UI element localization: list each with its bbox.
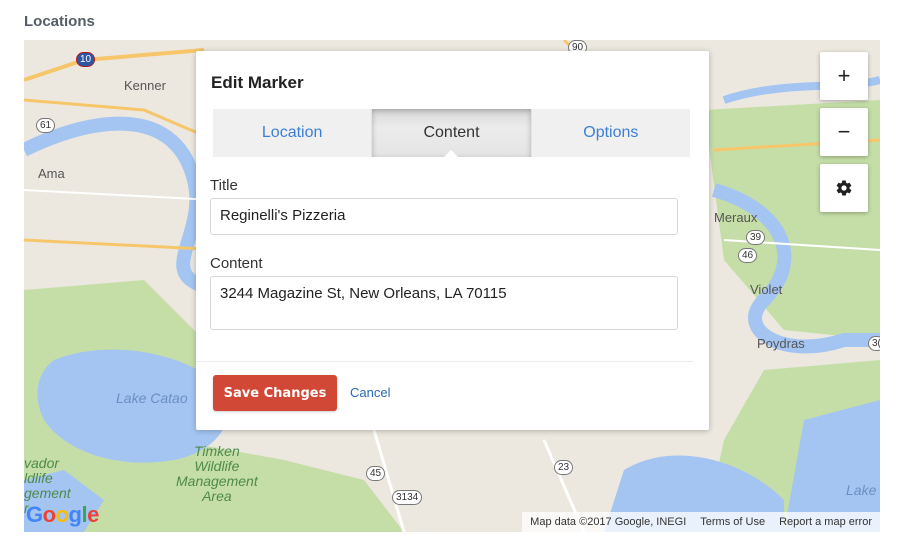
- dialog-divider: [196, 361, 693, 362]
- tab-options[interactable]: Options: [531, 109, 690, 157]
- save-changes-button[interactable]: Save Changes: [213, 375, 337, 411]
- map-label-ama: Ama: [38, 166, 65, 181]
- content-label: Content: [210, 255, 263, 272]
- gear-icon: [836, 180, 852, 196]
- interstate-shield: 10: [76, 52, 96, 67]
- map-label-lake-cataouatche: Lake Catao: [116, 390, 188, 406]
- map-attribution: Map data ©2017 Google, INEGI Terms of Us…: [522, 512, 880, 532]
- report-map-error-link[interactable]: Report a map error: [779, 516, 872, 528]
- title-input[interactable]: Reginelli's Pizzeria: [210, 198, 678, 235]
- section-title: Locations: [24, 13, 95, 30]
- map-label-timken: Timken Wildlife Management Area: [176, 443, 258, 504]
- zoom-out-button[interactable]: −: [820, 108, 868, 156]
- title-label: Title: [210, 177, 238, 194]
- google-logo: Google: [26, 502, 99, 527]
- zoom-in-button[interactable]: +: [820, 52, 868, 100]
- dialog-title: Edit Marker: [211, 73, 304, 92]
- route-shield: 3134: [392, 490, 423, 505]
- map-label-kenner: Kenner: [124, 78, 166, 93]
- route-shield: 61: [36, 118, 56, 133]
- route-shield: 46: [738, 248, 758, 263]
- map-data-credit: Map data ©2017 Google, INEGI: [530, 516, 687, 528]
- settings-button[interactable]: [820, 164, 868, 212]
- terms-of-use-link[interactable]: Terms of Use: [700, 516, 765, 528]
- content-textarea[interactable]: 3244 Magazine St, New Orleans, LA 70115: [210, 276, 678, 330]
- route-shield: 39: [746, 230, 766, 245]
- map-label-meraux: Meraux: [714, 210, 758, 225]
- cancel-link[interactable]: Cancel: [350, 385, 390, 400]
- edit-marker-dialog: Edit Marker Location Content Options Tit…: [196, 51, 709, 430]
- tab-bar: Location Content Options: [213, 109, 690, 158]
- route-shield: 45: [366, 466, 386, 481]
- route-shield: 3(: [868, 336, 880, 351]
- tab-content[interactable]: Content: [372, 109, 532, 158]
- tab-location[interactable]: Location: [213, 109, 373, 157]
- map-label-poydras: Poydras: [757, 336, 805, 351]
- map-label-violet: Violet: [750, 282, 783, 297]
- route-shield: 23: [554, 460, 574, 475]
- map-label-lake: Lake: [846, 482, 877, 498]
